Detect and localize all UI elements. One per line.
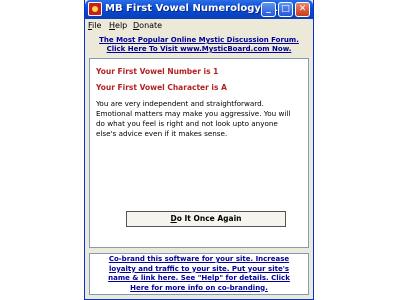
menu-help[interactable]: Help: [109, 21, 127, 30]
do-it-once-again-button[interactable]: Do It Once Again: [126, 211, 286, 227]
menu-bar: File Help Donate: [85, 19, 313, 33]
description-line: You are very independent and straightfor…: [96, 99, 264, 108]
description-line: do what you feel is right and not look u…: [96, 119, 278, 128]
cobrand-line: name & link here. See "Help" for details…: [108, 274, 290, 282]
menu-donate[interactable]: Donate: [133, 21, 162, 30]
cobrand-line: loyalty and traffic to your site. Put yo…: [108, 264, 289, 273]
cobrand-line: Co-brand this software for your site. In…: [108, 255, 290, 263]
vowel-character-text: Your First Vowel Character is A: [96, 83, 227, 92]
button-label: o It Once Again: [176, 214, 242, 223]
description-text: You are very independent and straightfor…: [96, 99, 304, 139]
banner-line-1: The Most Popular Online Mystic Discussio…: [99, 36, 299, 44]
close-button[interactable]: ✕: [295, 2, 310, 17]
menu-donate-label: onate: [139, 21, 163, 30]
menu-help-label: elp: [115, 21, 128, 30]
description-line: else's advice even if it makes sense.: [96, 129, 228, 138]
forum-banner-link[interactable]: The Most Popular Online Mystic Discussio…: [89, 36, 309, 54]
menu-file[interactable]: File: [88, 21, 101, 30]
app-icon: [88, 2, 102, 16]
maximize-button[interactable]: □: [278, 2, 293, 17]
vowel-number-text: Your First Vowel Number is 1: [96, 67, 219, 76]
cobrand-link[interactable]: Co-brand this software for your site. In…: [89, 253, 309, 295]
result-panel: Your First Vowel Number is 1 Your First …: [89, 58, 309, 248]
cobrand-line: Here for more info on co-branding.: [130, 283, 268, 292]
description-line: Emotional matters may make you aggressiv…: [96, 109, 291, 118]
app-window: MB First Vowel Numerology v1.0 _ □ ✕ Fil…: [84, 0, 314, 300]
menu-file-label: ile: [92, 21, 102, 30]
title-bar[interactable]: MB First Vowel Numerology v1.0 _ □ ✕: [85, 0, 313, 19]
minimize-button[interactable]: _: [261, 2, 276, 17]
banner-line-2: Click Here To Visit www.MysticBoard.com …: [106, 45, 292, 53]
